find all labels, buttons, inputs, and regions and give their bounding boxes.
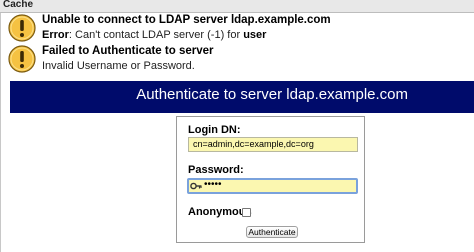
login-form: Login DN: cn=admin,dc=example,dc=org Pas… [176, 116, 365, 243]
cache-header: Cache [0, 0, 474, 13]
password-mask: ••••• [204, 179, 222, 190]
auth-banner: Authenticate to server ldap.example.com [10, 81, 474, 113]
warning-icon [8, 14, 36, 42]
password-input[interactable]: ••••• [187, 178, 358, 194]
message-title: Failed to Authenticate to server [42, 45, 214, 57]
message-title: Unable to connect to LDAP server ldap.ex… [42, 14, 331, 26]
message-body: Error: Can't contact LDAP server (-1) fo… [42, 29, 267, 41]
key-icon [190, 182, 202, 190]
left-border [0, 13, 1, 252]
login-dn-label: Login DN: [188, 124, 241, 136]
anonymous-checkbox[interactable] [242, 208, 251, 217]
authenticate-button[interactable]: Authenticate [246, 226, 298, 238]
message-body: Invalid Username or Password. [42, 60, 195, 72]
banner-title: Authenticate to server ldap.example.com [136, 86, 408, 103]
cache-label: Cache [3, 0, 34, 10]
warning-icon [8, 45, 36, 73]
login-dn-input[interactable]: cn=admin,dc=example,dc=org [188, 137, 358, 152]
password-label: Password: [188, 164, 244, 176]
